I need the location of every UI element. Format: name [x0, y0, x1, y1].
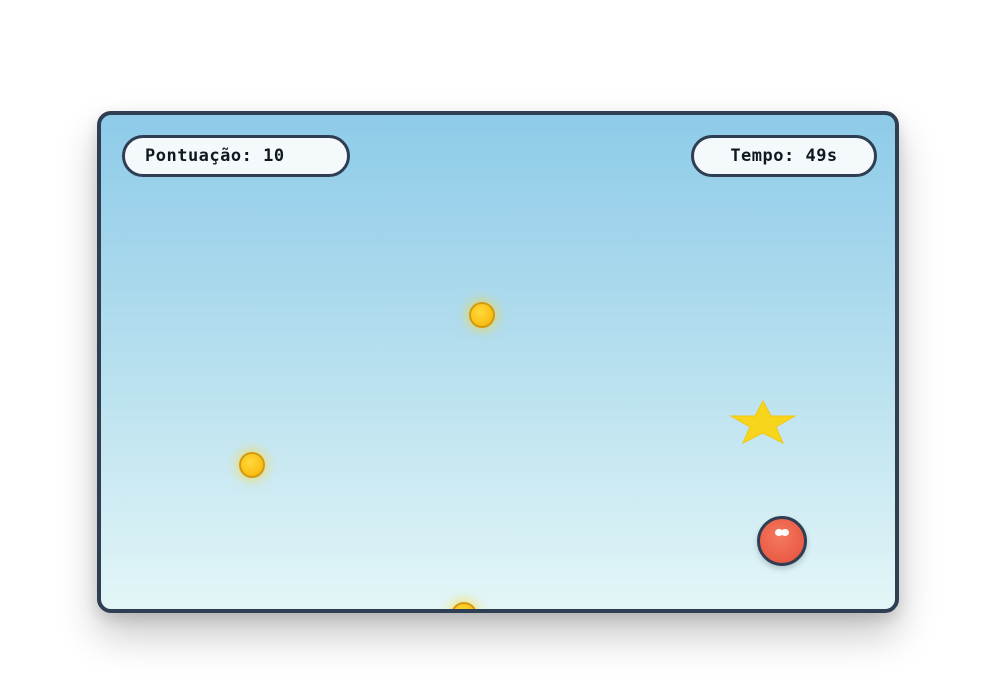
player-eye-right — [781, 529, 789, 536]
coin — [239, 452, 265, 478]
timer-display: Tempo: 49s — [691, 135, 877, 177]
timer-label: Tempo: 49s — [730, 146, 838, 166]
score-label: Pontuação: 10 — [145, 146, 285, 166]
coin — [451, 602, 477, 609]
star-icon — [729, 399, 797, 445]
game-canvas[interactable]: Pontuação: 10 Tempo: 49s — [97, 111, 899, 613]
score-display: Pontuação: 10 — [122, 135, 350, 177]
coin — [469, 302, 495, 328]
player-ball[interactable] — [757, 516, 807, 566]
